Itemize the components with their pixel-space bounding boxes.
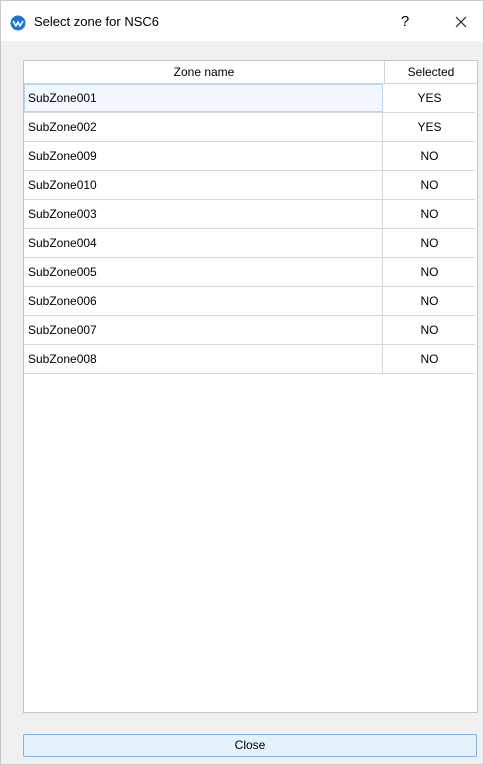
table-row[interactable]: SubZone003 NO (24, 200, 475, 229)
selected-cell[interactable]: NO (384, 142, 475, 170)
table-row[interactable]: SubZone009 NO (24, 142, 475, 171)
selected-cell[interactable]: YES (384, 113, 475, 141)
zone-name-cell[interactable]: SubZone009 (24, 142, 383, 170)
app-logo-icon (10, 15, 26, 31)
selected-cell[interactable]: NO (384, 229, 475, 257)
column-header-selected[interactable]: Selected (385, 61, 477, 83)
table-row[interactable]: SubZone006 NO (24, 287, 475, 316)
zone-name-cell[interactable]: SubZone007 (24, 316, 383, 344)
table-row[interactable]: SubZone001 YES (24, 84, 475, 113)
help-button[interactable]: ? (394, 11, 416, 33)
zone-name-cell[interactable]: SubZone001 (24, 84, 383, 112)
selected-cell[interactable]: NO (384, 171, 475, 199)
zone-name-cell[interactable]: SubZone008 (24, 345, 383, 373)
zone-name-cell[interactable]: SubZone003 (24, 200, 383, 228)
table-row[interactable]: SubZone007 NO (24, 316, 475, 345)
selected-cell[interactable]: NO (384, 258, 475, 286)
close-icon (455, 16, 467, 28)
zone-name-cell[interactable]: SubZone004 (24, 229, 383, 257)
zone-name-cell[interactable]: SubZone005 (24, 258, 383, 286)
selected-cell[interactable]: NO (384, 345, 475, 373)
column-header-zone-name[interactable]: Zone name (24, 61, 385, 83)
window-title: Select zone for NSC6 (34, 14, 160, 29)
title-bar: Select zone for NSC6 ? (1, 1, 483, 41)
zone-name-cell[interactable]: SubZone006 (24, 287, 383, 315)
zone-table[interactable]: Zone name Selected SubZone001 YES SubZone0… (23, 60, 478, 713)
table-header: Zone name Selected (24, 61, 477, 84)
selected-cell[interactable]: NO (384, 316, 475, 344)
table-row[interactable]: SubZone002 YES (24, 113, 475, 142)
close-button[interactable]: Close (23, 734, 477, 757)
zone-name-cell[interactable]: SubZone010 (24, 171, 383, 199)
selected-cell[interactable]: YES (384, 84, 475, 112)
table-row[interactable]: SubZone005 NO (24, 258, 475, 287)
dialog-window: Select zone for NSC6 ? Zone name Selecte… (0, 0, 484, 765)
table-row[interactable]: SubZone004 NO (24, 229, 475, 258)
window-close-button[interactable] (450, 11, 472, 33)
table-row[interactable]: SubZone008 NO (24, 345, 475, 374)
selected-cell[interactable]: NO (384, 200, 475, 228)
table-row[interactable]: SubZone010 NO (24, 171, 475, 200)
selected-cell[interactable]: NO (384, 287, 475, 315)
table-body: SubZone001 YES SubZone002 YES SubZone009 NO Su… (24, 84, 477, 374)
zone-name-cell[interactable]: SubZone002 (24, 113, 383, 141)
